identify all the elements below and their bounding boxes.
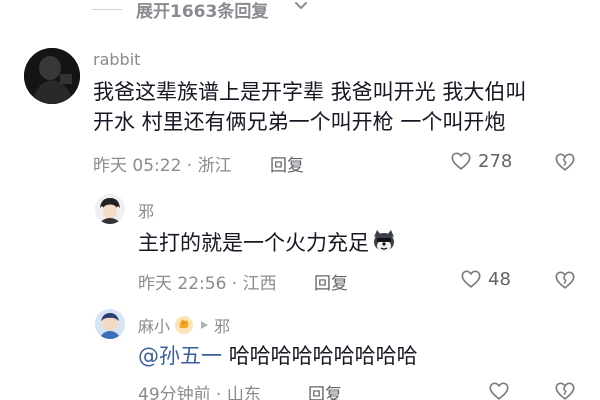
comment-username[interactable]: 麻小	[138, 313, 170, 337]
comment-text-body: 哈哈哈哈哈哈哈哈哈	[228, 344, 418, 368]
dog-emoji-icon	[374, 230, 394, 252]
comment-text-body: 主打的就是一个火力充足	[138, 231, 369, 255]
reply-header: 麻小 邪	[138, 313, 230, 337]
avatar[interactable]	[95, 309, 125, 339]
divider-line	[92, 9, 122, 10]
avatar-image	[95, 194, 125, 224]
comment-username[interactable]: 邪	[138, 198, 154, 222]
like-count: 278	[478, 150, 513, 172]
comment-time-location: 昨天 05:22 · 浙江	[93, 156, 232, 176]
heart-icon[interactable]	[488, 380, 510, 400]
avatar[interactable]	[24, 48, 80, 104]
avatar-image	[95, 309, 125, 339]
comment-text: 主打的就是一个火力充足	[138, 228, 397, 258]
dislike-icon[interactable]	[554, 380, 576, 400]
comment-username[interactable]: rabbit	[93, 50, 140, 69]
triangle-right-icon	[201, 321, 209, 329]
like-button[interactable]: 48	[460, 268, 511, 290]
dislike-icon[interactable]	[554, 269, 576, 291]
comment-text-line: 我爸这辈族谱上是开字辈 我爸叫开光 我大伯叫	[93, 80, 527, 104]
chevron-down-icon[interactable]	[292, 0, 310, 15]
expand-replies-row[interactable]: 展开1663条回复	[0, 0, 600, 24]
expand-replies-label[interactable]: 展开1663条回复	[136, 0, 268, 22]
comment-text: 我爸这辈族谱上是开字辈 我爸叫开光 我大伯叫 开水 村里还有俩兄弟一个叫开枪 一…	[93, 77, 593, 137]
avatar[interactable]	[95, 194, 125, 224]
avatar-image	[24, 48, 80, 104]
comment-time-location: 昨天 22:56 · 江西	[138, 274, 277, 294]
dislike-icon[interactable]	[554, 151, 576, 173]
comment-text-line: 开水 村里还有俩兄弟一个叫开枪 一个叫开炮	[93, 110, 506, 134]
heart-icon	[451, 152, 471, 170]
comment-text: @孙五一 哈哈哈哈哈哈哈哈哈	[138, 341, 418, 371]
reply-button[interactable]: 回复	[308, 380, 342, 400]
reply-to-username[interactable]: 邪	[214, 313, 230, 337]
heart-icon	[461, 270, 481, 288]
mention-link[interactable]: @孙五一	[138, 344, 222, 368]
reply-button[interactable]: 回复	[314, 269, 348, 294]
comment-time-location: 49分钟前 · 山东	[138, 385, 261, 400]
hand-emoji-icon	[175, 316, 194, 334]
reply-button[interactable]: 回复	[270, 151, 304, 176]
like-button[interactable]: 278	[450, 150, 512, 172]
like-count: 48	[488, 268, 511, 290]
